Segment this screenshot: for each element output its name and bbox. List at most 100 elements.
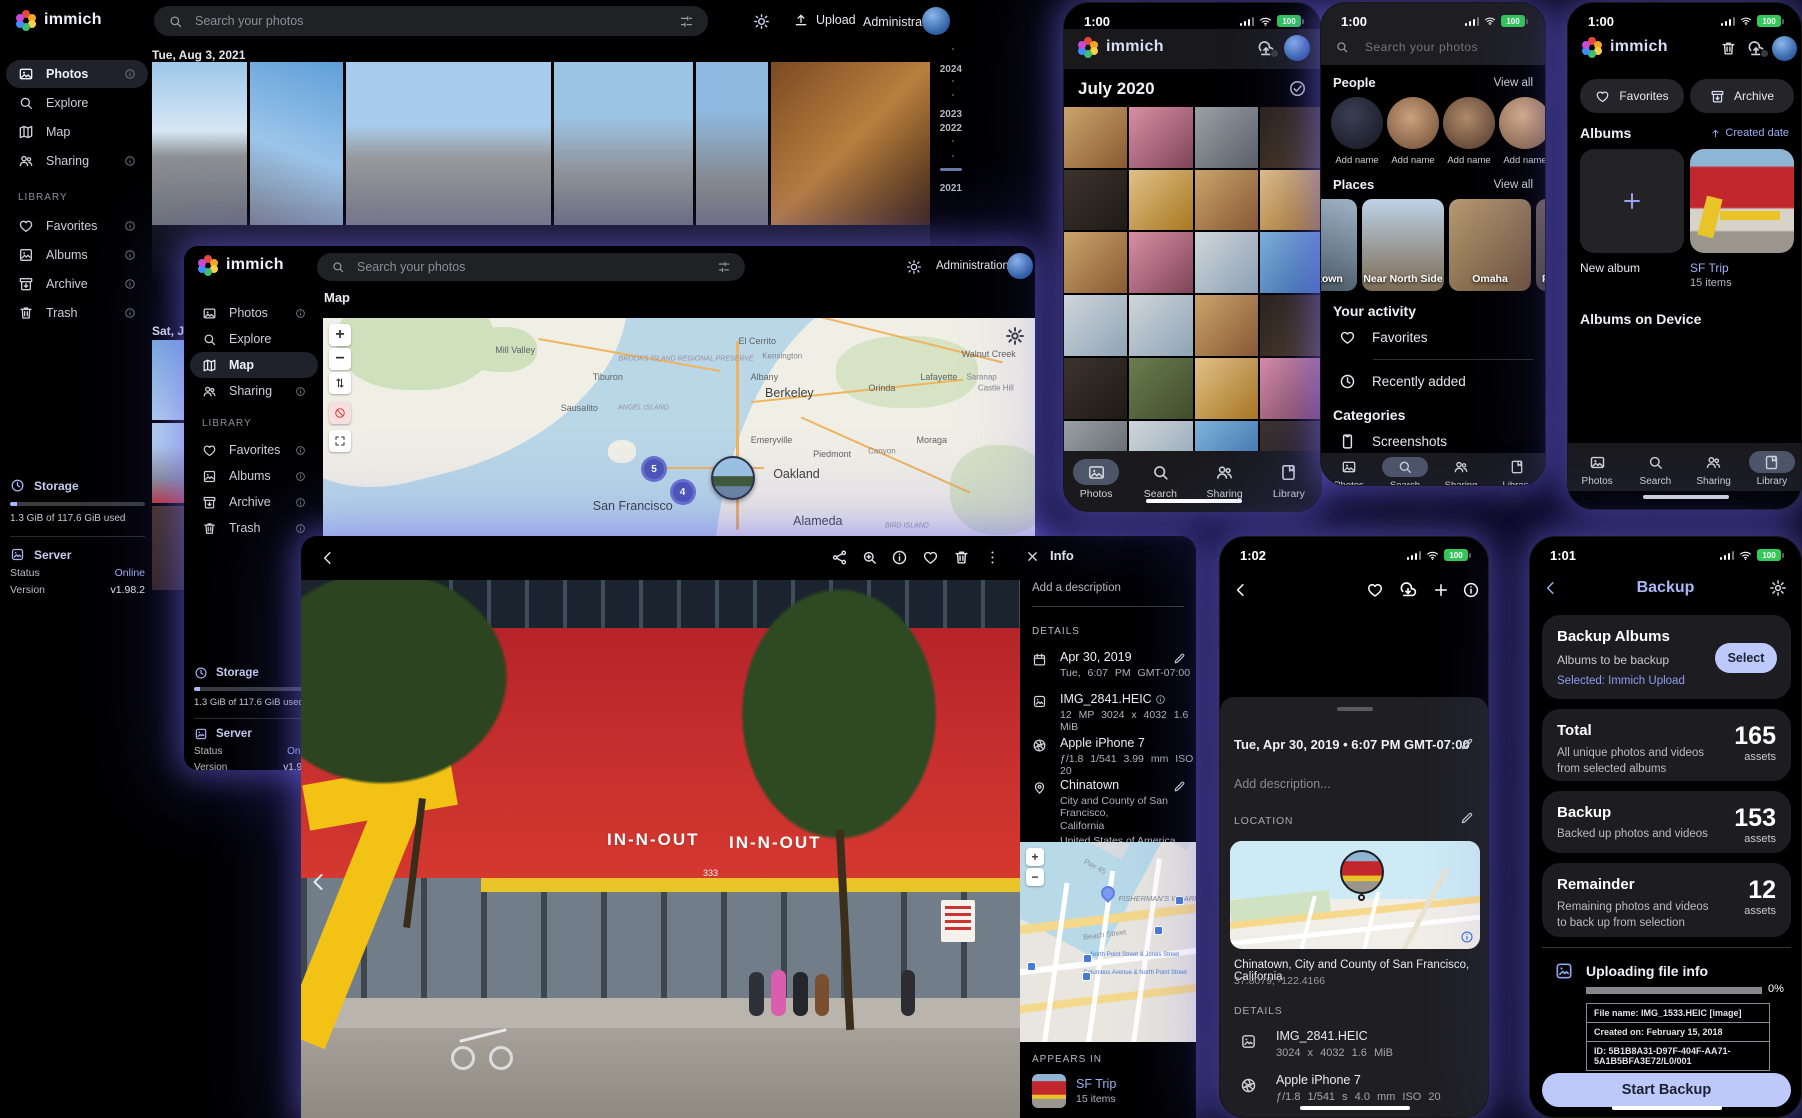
back-arrow-icon[interactable] (319, 549, 337, 567)
place-card[interactable]: Pittsburgh (1536, 199, 1546, 291)
photo-thumbnail[interactable] (1129, 170, 1192, 231)
info-icon[interactable] (1462, 581, 1480, 599)
info-icon[interactable] (124, 68, 136, 80)
info-icon[interactable] (124, 249, 136, 261)
map-hide-markers-button[interactable] (329, 402, 351, 424)
add-name-label[interactable]: Add name (1443, 155, 1495, 166)
photo-thumbnail[interactable] (250, 62, 343, 225)
select-all-check-icon[interactable] (1288, 79, 1307, 98)
person-face[interactable] (1443, 97, 1495, 149)
description-field[interactable]: Add a description (1032, 582, 1121, 594)
map-bearing-button[interactable] (329, 372, 351, 394)
nav-sharing[interactable]: Sharing (1197, 459, 1253, 500)
photo-thumbnail[interactable] (1260, 232, 1322, 293)
people-view-all[interactable]: View all (1494, 77, 1533, 89)
scrubber-handle[interactable] (940, 168, 962, 171)
home-indicator[interactable] (1612, 1106, 1722, 1110)
places-view-all[interactable]: View all (1494, 179, 1533, 191)
theme-toggle-icon[interactable] (753, 13, 770, 30)
info-icon[interactable] (1155, 694, 1166, 705)
photo-thumbnail[interactable] (1260, 107, 1322, 168)
sidebar-item-photos[interactable]: Photos (190, 300, 318, 326)
photo-thumbnail[interactable] (1260, 358, 1322, 419)
place-card[interactable]: Omaha (1449, 199, 1531, 291)
delete-trash-icon[interactable] (953, 549, 970, 566)
upload-button[interactable]: Upload (793, 12, 856, 28)
backup-cloud-icon[interactable] (1256, 39, 1276, 59)
search-bar[interactable] (154, 6, 708, 36)
sidebar-item-sharing[interactable]: Sharing (190, 378, 318, 404)
album-name[interactable]: SF Trip (1076, 1077, 1116, 1091)
photo-thumbnail[interactable] (1064, 295, 1127, 356)
nav-library[interactable]: Library (1744, 451, 1800, 487)
info-icon[interactable] (124, 307, 136, 319)
administration-link[interactable]: Administration (936, 260, 1009, 272)
home-indicator[interactable] (1643, 495, 1729, 499)
map-cluster-marker[interactable]: 4 (670, 479, 696, 505)
map-zoom-out-button[interactable]: − (329, 348, 351, 370)
info-icon[interactable] (295, 386, 306, 397)
photo-thumbnail[interactable] (1064, 107, 1127, 168)
edit-pencil-icon[interactable] (1460, 737, 1474, 751)
add-name-label[interactable]: Add name (1331, 155, 1383, 166)
search-input[interactable] (355, 259, 707, 275)
photo-thumbnail[interactable] (1129, 421, 1192, 451)
search-bar[interactable] (1335, 39, 1533, 55)
plus-icon[interactable] (1432, 581, 1450, 599)
photo-thumbnail[interactable] (1260, 170, 1322, 231)
photo-thumbnail[interactable] (696, 62, 768, 225)
theme-toggle-icon[interactable] (906, 259, 922, 275)
new-album-card[interactable] (1580, 149, 1684, 253)
person-face[interactable] (1499, 97, 1546, 149)
place-card[interactable]: Chinatown (1320, 199, 1357, 291)
trash-icon[interactable] (1720, 40, 1737, 57)
share-icon[interactable] (831, 549, 848, 566)
sidebar-item-favorites[interactable]: Favorites (190, 437, 318, 463)
screenshots-row[interactable]: Screenshots (1339, 433, 1447, 450)
sidebar-item-archive[interactable]: Archive (190, 489, 318, 515)
map-settings-gear-icon[interactable] (1005, 326, 1025, 346)
sidebar-item-albums[interactable]: Albums (190, 463, 318, 489)
nav-photos[interactable]: Photos (1321, 457, 1377, 486)
map-info-icon[interactable] (1460, 930, 1474, 944)
filter-sliders-icon[interactable] (717, 260, 731, 274)
photo-thumbnail[interactable] (1129, 358, 1192, 419)
map-zoom-in-button[interactable]: + (329, 324, 351, 346)
sidebar-item-sharing[interactable]: Sharing (6, 147, 148, 175)
photo-thumbnail[interactable] (1195, 295, 1258, 356)
search-input[interactable] (1363, 39, 1523, 55)
user-avatar[interactable] (1772, 36, 1797, 61)
user-avatar[interactable] (1284, 35, 1310, 61)
nav-search[interactable]: Search (1377, 457, 1433, 486)
info-icon[interactable] (124, 220, 136, 232)
favorites-row[interactable]: Favorites (1339, 329, 1428, 346)
map-photo-marker[interactable] (711, 456, 755, 500)
filter-sliders-icon[interactable] (679, 14, 694, 29)
edit-pencil-icon[interactable] (1460, 811, 1474, 825)
nav-photos[interactable]: Photos (1068, 459, 1124, 500)
photo-thumbnail[interactable] (1064, 358, 1127, 419)
photo-thumbnail[interactable] (554, 62, 693, 225)
map-cluster-marker[interactable]: 5 (641, 456, 667, 482)
photo-thumbnail[interactable] (1260, 295, 1322, 356)
nav-sharing[interactable]: Sharing (1433, 457, 1489, 486)
album-name[interactable]: SF Trip (1690, 261, 1729, 275)
close-icon[interactable] (1025, 549, 1040, 564)
sidebar-item-map[interactable]: Map (190, 352, 318, 378)
favorite-heart-icon[interactable] (922, 549, 939, 566)
edit-pencil-icon[interactable] (1173, 652, 1186, 665)
cloud-download-icon[interactable] (1398, 580, 1418, 600)
location-minimap[interactable]: FISHERMAN'S WHARF Beach Street Pier 45 N… (1020, 842, 1196, 1042)
person-face[interactable] (1387, 97, 1439, 149)
photo-thumbnail[interactable] (1195, 170, 1258, 231)
person-face[interactable] (1331, 97, 1383, 149)
user-avatar[interactable] (1007, 253, 1033, 279)
minimap-zoom-in[interactable]: + (1026, 848, 1044, 866)
nav-search[interactable]: Search (1132, 459, 1188, 500)
photo-thumbnail[interactable] (1064, 232, 1127, 293)
map-fullscreen-button[interactable] (329, 430, 351, 452)
nav-library[interactable]: Library (1489, 457, 1545, 486)
sidebar-item-photos[interactable]: Photos (6, 60, 148, 88)
sheet-drag-handle[interactable] (1337, 707, 1373, 711)
home-indicator[interactable] (1300, 1106, 1410, 1110)
